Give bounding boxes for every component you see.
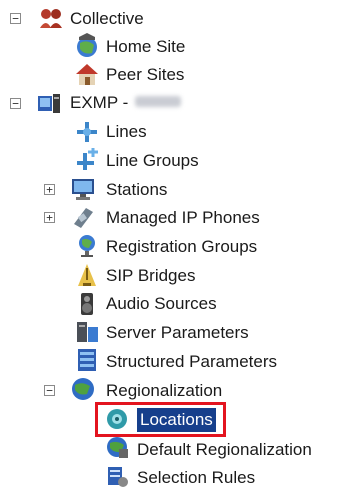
tree-item-default-regionalization[interactable]: Default Regionalization <box>137 438 312 462</box>
collective-collapse-toggle[interactable]: − <box>10 13 21 24</box>
globe-icon <box>72 378 94 400</box>
tree-item-collective[interactable]: Collective <box>70 7 144 31</box>
tree-item-registration-groups[interactable]: Registration Groups <box>106 235 257 259</box>
people-group-icon <box>40 9 62 28</box>
tree-item-exmp[interactable]: EXMP - <box>70 91 128 115</box>
tree-item-locations[interactable]: Locations <box>137 408 216 432</box>
globe-home-icon <box>77 33 97 57</box>
exmp-collapse-toggle[interactable]: − <box>10 98 21 109</box>
server-icon <box>38 94 60 113</box>
monitor-icon <box>72 179 94 200</box>
line-icon <box>77 122 97 142</box>
tree-item-selection-rules[interactable]: Selection Rules <box>137 466 255 490</box>
house-icon <box>76 64 98 85</box>
tree-item-audio-sources[interactable]: Audio Sources <box>106 292 217 316</box>
line-group-icon <box>77 148 98 170</box>
default-region-icon <box>107 437 128 458</box>
stations-expand-toggle[interactable]: + <box>44 184 55 195</box>
structured-parameters-icon <box>78 349 96 371</box>
managed-ip-phones-expand-toggle[interactable]: + <box>44 212 55 223</box>
speaker-icon <box>81 293 93 315</box>
ip-phone-icon <box>74 208 93 228</box>
server-parameters-icon <box>77 322 98 342</box>
regionalization-collapse-toggle[interactable]: − <box>44 385 55 396</box>
tree-item-regionalization[interactable]: Regionalization <box>106 379 222 403</box>
tree-item-structured-parameters[interactable]: Structured Parameters <box>106 350 277 374</box>
tree-item-lines[interactable]: Lines <box>106 120 147 144</box>
tree-item-stations[interactable]: Stations <box>106 178 167 202</box>
location-globe-icon <box>107 409 127 429</box>
tree-item-sip-bridges[interactable]: SIP Bridges <box>106 264 195 288</box>
tree-item-managed-ip-phones[interactable]: Managed IP Phones <box>106 206 260 230</box>
sip-bridge-icon <box>78 264 96 286</box>
registration-globe-icon <box>79 235 95 257</box>
redacted-site-name <box>135 96 181 107</box>
tree-item-line-groups[interactable]: Line Groups <box>106 149 199 173</box>
tree-item-peer-sites[interactable]: Peer Sites <box>106 63 184 87</box>
selection-rules-icon <box>108 467 128 487</box>
tree-item-server-parameters[interactable]: Server Parameters <box>106 321 249 345</box>
tree-item-home-site[interactable]: Home Site <box>106 35 185 59</box>
